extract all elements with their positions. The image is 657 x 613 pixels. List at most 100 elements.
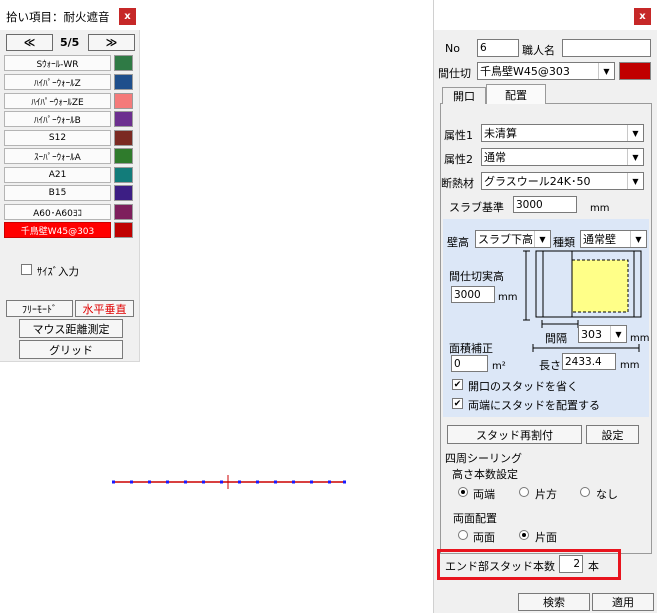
mouse-distance-button[interactable]: マウス距離測定 — [19, 319, 123, 338]
radio-both-faces[interactable] — [458, 530, 468, 540]
item-color-swatch[interactable] — [114, 93, 133, 109]
ceiling-section-label: 四周シーリング — [445, 452, 522, 465]
stud-marker — [328, 480, 331, 484]
both-sides-label: 両面配置 — [453, 512, 497, 525]
actual-height-label: 間仕切実高 — [449, 270, 504, 283]
prev-page-button[interactable]: ≪ — [6, 34, 53, 51]
item-button[interactable]: ｽｰﾊﾟｰｳｫｰﾙA — [4, 148, 111, 164]
omit-opening-studs-checkbox[interactable]: ✔ — [452, 379, 463, 390]
studs-both-ends-checkbox[interactable]: ✔ — [452, 398, 463, 409]
height-count-label: 高さ本数設定 — [452, 468, 518, 481]
size-input-checkbox[interactable] — [21, 264, 32, 275]
item-color-swatch[interactable] — [114, 55, 133, 71]
item-color-swatch[interactable] — [114, 148, 133, 164]
stud-marker — [274, 480, 277, 484]
radio-none-label: なし — [596, 488, 618, 501]
item-color-swatch[interactable] — [114, 204, 133, 220]
type-value: 通常壁 — [583, 233, 616, 246]
panel-titlebar — [434, 0, 657, 30]
partition-color-swatch[interactable] — [619, 62, 651, 80]
panel-close-button[interactable]: x — [634, 8, 651, 25]
radio-both-ends[interactable] — [458, 487, 468, 497]
attr1-label: 属性1 — [444, 129, 473, 142]
worker-label: 職人名 — [522, 44, 555, 57]
type-select[interactable]: 通常壁 ▼ — [580, 230, 647, 248]
item-button[interactable]: ﾊｲﾊﾟｰｳｫｰﾙZE — [4, 93, 111, 109]
studs-both-ends-label: 両端にスタッドを配置する — [468, 399, 600, 412]
palette-close-button[interactable]: x — [119, 8, 136, 25]
end-studs-input[interactable]: 2 — [559, 555, 583, 573]
stud-marker — [256, 480, 259, 484]
radio-one-side-label: 片方 — [535, 488, 557, 501]
slab-input[interactable]: 3000 — [513, 196, 577, 213]
radio-none[interactable] — [580, 487, 590, 497]
horizontal-vertical-button[interactable]: 水平垂直 — [75, 300, 134, 317]
interval-dimension — [541, 320, 579, 328]
actual-height-unit: mm — [498, 292, 518, 303]
settings-button[interactable]: 設定 — [586, 425, 639, 444]
pickup-palette: 拾い項目：耐火遮音 x ≪ 5/5 ≫ Sｳｫｰﾙ-WR ﾊｲﾊﾟｰｳｫｰﾙZ … — [0, 0, 140, 362]
length-input[interactable]: 2433.4 — [562, 353, 616, 370]
item-button[interactable]: Sｳｫｰﾙ-WR — [4, 55, 111, 71]
area-correction-label: 面積補正 — [449, 342, 493, 355]
tab-placement[interactable]: 配置 — [486, 84, 546, 104]
attr1-select[interactable]: 未清算 ▼ — [481, 124, 644, 142]
apply-button[interactable]: 適用 — [592, 593, 654, 611]
item-button-selected[interactable]: 千鳥壁W45@303 — [4, 222, 111, 238]
wall-drawing[interactable] — [100, 470, 360, 494]
free-mode-button[interactable]: ﾌﾘｰﾓｰﾄﾞ — [6, 300, 73, 317]
item-button[interactable]: B15 — [4, 185, 111, 201]
radio-one-face[interactable] — [519, 530, 529, 540]
stud-marker — [184, 480, 187, 484]
radio-both-ends-label: 両端 — [473, 488, 495, 501]
item-color-swatch[interactable] — [114, 167, 133, 183]
insulation-label: 断熱材 — [441, 177, 474, 190]
stud-marker — [220, 480, 223, 484]
item-button[interactable]: S12 — [4, 130, 111, 146]
length-label: 長さ — [539, 359, 561, 372]
item-button[interactable]: ﾊｲﾊﾟｰｳｫｰﾙB — [4, 111, 111, 127]
item-color-swatch[interactable] — [114, 130, 133, 146]
worker-input[interactable] — [562, 39, 651, 57]
item-button[interactable]: A60･A60ﾖｺ — [4, 204, 111, 220]
chevron-down-icon[interactable]: ▼ — [627, 173, 643, 189]
stud-marker — [238, 480, 241, 484]
slab-unit: mm — [590, 203, 610, 214]
stud-marker — [202, 480, 205, 484]
item-color-swatch[interactable] — [114, 222, 133, 238]
item-color-swatch[interactable] — [114, 111, 133, 127]
search-button[interactable]: 検索 — [518, 593, 590, 611]
chevron-down-icon[interactable]: ▼ — [627, 125, 643, 141]
grid-button[interactable]: グリッド — [19, 340, 123, 359]
chevron-down-icon[interactable]: ▼ — [598, 63, 614, 79]
chevron-down-icon[interactable]: ▼ — [627, 149, 643, 165]
end-studs-unit: 本 — [588, 560, 599, 573]
chevron-down-icon[interactable]: ▼ — [610, 326, 626, 342]
actual-height-input[interactable]: 3000 — [451, 286, 495, 303]
item-color-swatch[interactable] — [114, 74, 133, 90]
tab-opening[interactable]: 開口 — [442, 87, 486, 104]
radio-both-faces-label: 両面 — [473, 531, 495, 544]
stud-marker — [130, 480, 133, 484]
stud-marker — [148, 480, 151, 484]
length-unit: mm — [620, 360, 640, 371]
wall-height-select[interactable]: スラブ下高 ▼ — [475, 230, 551, 248]
partition-label: 間仕切 — [438, 67, 471, 80]
attr2-value: 通常 — [484, 151, 506, 164]
area-correction-input[interactable]: 0 — [451, 355, 488, 372]
insulation-select[interactable]: グラスウール24K･50 ▼ — [481, 172, 644, 190]
item-button[interactable]: ﾊｲﾊﾟｰｳｫｰﾙZ — [4, 74, 111, 90]
item-color-swatch[interactable] — [114, 185, 133, 201]
no-input[interactable]: 6 — [477, 39, 519, 57]
interval-value: 303 — [581, 327, 602, 341]
partition-select[interactable]: 千鳥壁W45@303 ▼ — [477, 62, 615, 80]
radio-one-side[interactable] — [519, 487, 529, 497]
next-page-button[interactable]: ≫ — [88, 34, 135, 51]
chevron-down-icon[interactable]: ▼ — [630, 231, 646, 247]
item-button[interactable]: A21 — [4, 167, 111, 183]
insulation-value: グラスウール24K･50 — [484, 175, 591, 188]
attr2-select[interactable]: 通常 ▼ — [481, 148, 644, 166]
chevron-down-icon[interactable]: ▼ — [534, 231, 550, 247]
stud-reassign-button[interactable]: スタッド再割付 — [447, 425, 582, 444]
interval-select[interactable]: 303 ▼ — [578, 325, 627, 343]
